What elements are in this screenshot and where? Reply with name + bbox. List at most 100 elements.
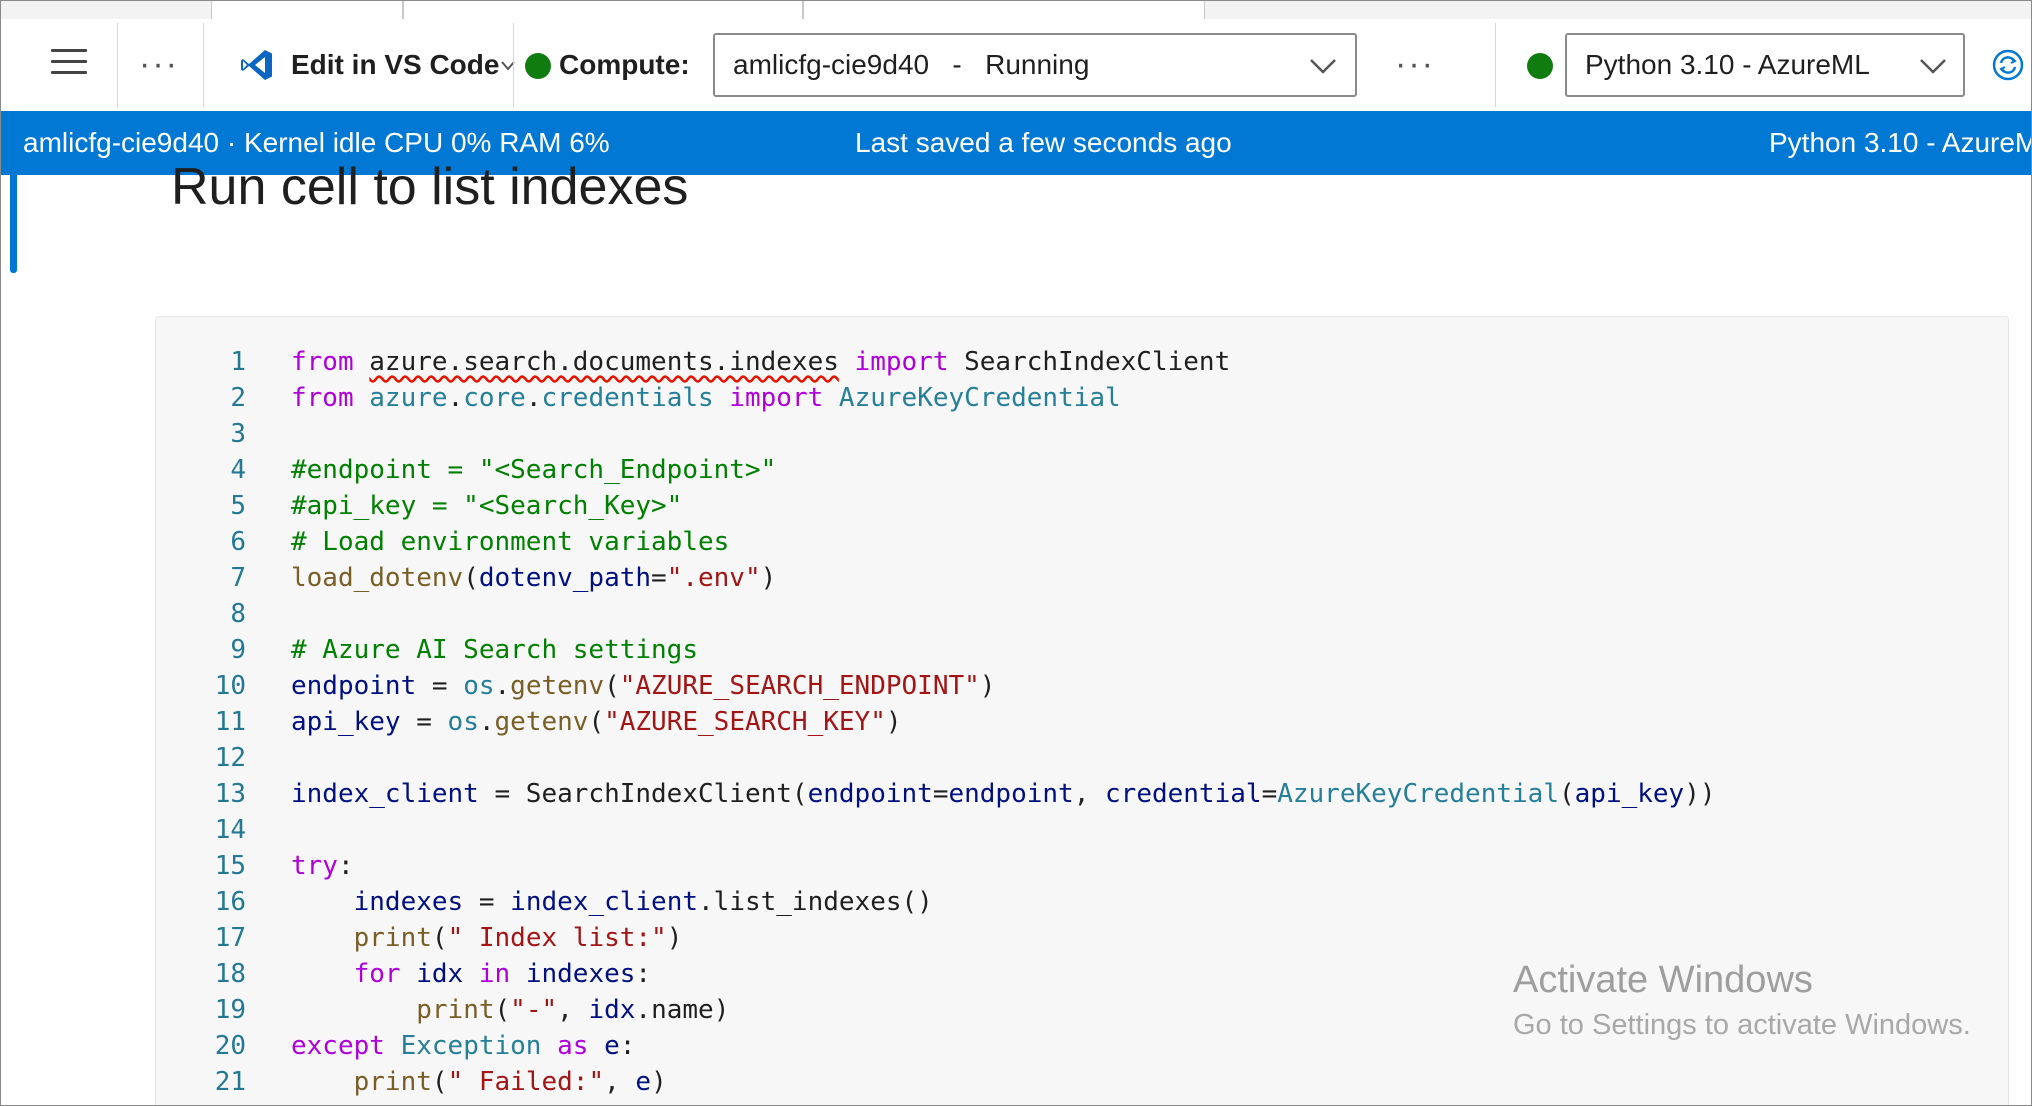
code-line[interactable]: 21 print(" Failed:", e) — [156, 1064, 2006, 1100]
code-line[interactable]: 15 try: — [156, 848, 2006, 884]
line-number: 14 — [214, 815, 246, 845]
code-line[interactable]: 17 print(" Index list:") — [156, 920, 2006, 956]
line-number: 3 — [230, 419, 246, 449]
refresh-icon[interactable] — [1991, 48, 2025, 82]
code-token: endpoint — [807, 779, 933, 809]
code-token: credentials — [541, 383, 714, 413]
code-text: print(" Index list:") — [291, 920, 683, 956]
code-token: " Failed:" — [447, 1067, 605, 1097]
code-token: "-" — [510, 995, 558, 1025]
code-line[interactable]: 7 load_dotenv(dotenv_path=".env") — [156, 560, 2006, 596]
edit-in-vscode-button[interactable]: Edit in VS Code — [291, 49, 499, 81]
code-token: print — [353, 1067, 432, 1097]
tab[interactable] — [211, 1, 403, 19]
code-token: getenv — [494, 707, 589, 737]
code-text: # Azure AI Search settings — [291, 632, 698, 668]
code-line[interactable]: 10 endpoint = os.getenv("AZURE_SEARCH_END… — [156, 668, 2006, 704]
code-token: = — [463, 887, 511, 917]
code-token: # Azure AI Search settings — [291, 635, 698, 665]
code-token: , — [1073, 779, 1106, 809]
code-line[interactable]: 11 api_key = os.getenv("AZURE_SEARCH_KEY"… — [156, 704, 2006, 740]
code-token: #api_key = "<Search_Key>" — [291, 491, 683, 521]
compute-label: Compute: — [559, 49, 690, 80]
code-token: . — [525, 383, 542, 413]
line-number: 7 — [230, 563, 246, 593]
code-token: . — [478, 707, 495, 737]
code-text: print("-", idx.name) — [291, 992, 729, 1028]
code-line[interactable]: 16 indexes = index_client.list_indexes() — [156, 884, 2006, 920]
code-token: load_dotenv — [291, 563, 464, 593]
code-token: # Load environment variables — [291, 527, 730, 557]
code-line[interactable]: 4 #endpoint = "<Search_Endpoint>" — [156, 452, 2006, 488]
more-options-button[interactable]: ··· — [139, 47, 179, 81]
code-token: : — [337, 851, 354, 881]
code-token: api_key — [291, 707, 401, 737]
code-token: credential — [1105, 779, 1262, 809]
code-line[interactable]: 8 — [156, 596, 2006, 632]
kernel-select[interactable]: Python 3.10 - AzureML — [1565, 33, 1965, 97]
code-line[interactable]: 14 — [156, 812, 2006, 848]
code-text: # Load environment variables — [291, 524, 729, 560]
status-kernel[interactable]: Python 3.10 - AzureML — [1769, 127, 2031, 159]
code-token: = — [1261, 779, 1278, 809]
code-token: #endpoint = "<Search_Endpoint>" — [291, 455, 777, 485]
kernel-status-icon — [1527, 53, 1553, 79]
code-token: ) — [666, 923, 683, 953]
code-text: for idx in indexes: — [291, 956, 651, 992]
code-token: . — [494, 671, 511, 701]
toolbar-divider — [203, 23, 204, 107]
code-line[interactable]: 2 from azure.core.credentials import Azur… — [156, 380, 2006, 416]
code-text: except Exception as e: — [291, 1028, 635, 1064]
toolbar-divider — [117, 23, 118, 107]
code-token: ) — [979, 671, 996, 701]
hamburger-menu-icon[interactable] — [51, 49, 87, 81]
code-line[interactable]: 13 index_client = SearchIndexClient(endpo… — [156, 776, 2006, 812]
code-line[interactable]: 5 #api_key = "<Search_Key>" — [156, 488, 2006, 524]
code-token: . — [447, 383, 464, 413]
code-token: import — [729, 383, 824, 413]
code-line[interactable]: 3 — [156, 416, 2006, 452]
compute-select-value: amlicfg-cie9d40 - Running — [733, 49, 1090, 80]
notebook-window: ··· Edit in VS Code Compute: amlicfg-cie… — [0, 0, 2032, 1106]
compute-select[interactable]: amlicfg-cie9d40 - Running — [713, 33, 1357, 97]
code-text: indexes = index_client.list_indexes() — [291, 884, 933, 920]
code-line[interactable]: 6 # Load environment variables — [156, 524, 2006, 560]
more-options-button[interactable]: ··· — [1395, 47, 1435, 81]
code-line[interactable]: 12 — [156, 740, 2006, 776]
code-token: azure.search.documents.indexes — [369, 347, 839, 377]
code-token: os — [447, 707, 479, 737]
line-number: 2 — [230, 383, 246, 413]
line-number: 5 — [230, 491, 246, 521]
code-token: endpoint — [948, 779, 1074, 809]
code-text: try: — [291, 848, 354, 884]
toolbar-divider — [1495, 23, 1496, 107]
code-token: in — [478, 959, 511, 989]
tab[interactable] — [403, 1, 803, 19]
tab[interactable] — [803, 1, 1205, 19]
code-token: "AZURE_SEARCH_ENDPOINT" — [619, 671, 980, 701]
code-token: except — [291, 1031, 385, 1061]
code-token: core — [463, 383, 526, 413]
code-token: ( — [431, 1067, 448, 1097]
code-token: "AZURE_SEARCH_KEY" — [604, 707, 886, 737]
activate-windows-watermark: Activate Windows — [1513, 959, 1813, 1001]
line-number: 18 — [214, 959, 246, 989]
code-token: ".env" — [666, 563, 761, 593]
active-cell-indicator — [10, 175, 17, 273]
code-token: getenv — [510, 671, 605, 701]
code-token: AzureKeyCredential — [1277, 779, 1559, 809]
code-line[interactable]: 1 from azure.search.documents.indexes imp… — [156, 344, 2006, 380]
vscode-icon — [241, 50, 272, 80]
code-text: from azure.search.documents.indexes impo… — [291, 344, 1230, 380]
line-number: 11 — [214, 707, 246, 737]
code-token: idx — [588, 995, 636, 1025]
code-line[interactable]: 9 # Azure AI Search settings — [156, 632, 2006, 668]
